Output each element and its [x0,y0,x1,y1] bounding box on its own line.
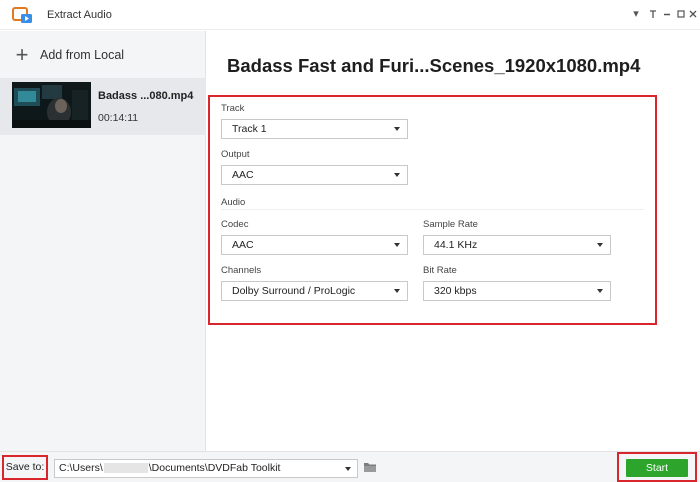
bottom-bar: Save to: C:\Users\ \Documents\DVDFab Tool… [0,451,700,482]
codec-select[interactable]: AAC [221,235,408,255]
file-list-panel: + Add from Local Badass ...080.mp4 00:14… [0,31,206,451]
track-label: Track [221,103,245,114]
video-title: Badass Fast and Furi...Scenes_1920x1080.… [227,55,641,76]
file-name: Badass ...080.mp4 [98,90,194,102]
codec-value: AAC [232,239,254,251]
start-button[interactable]: Start [626,459,688,477]
chevron-down-icon [394,127,400,131]
channels-select[interactable]: Dolby Surround / ProLogic [221,281,408,301]
chevron-down-icon [597,289,603,293]
plus-icon: + [15,42,29,67]
chevron-down-icon [394,243,400,247]
track-select[interactable]: Track 1 [221,119,408,139]
file-duration: 00:14:11 [98,112,139,124]
bit-rate-select[interactable]: 320 kbps [423,281,611,301]
close-icon[interactable] [686,6,700,22]
redacted-username [103,463,148,474]
title-bar: Extract Audio ▾ [0,0,700,30]
folder-icon[interactable] [363,460,377,474]
channels-label: Channels [221,265,262,276]
window-title: Extract Audio [47,9,112,21]
minimize-icon[interactable] [660,6,674,22]
chevron-down-icon [345,467,351,471]
chevron-down-icon [394,173,400,177]
save-to-label: Save to: [2,455,48,480]
section-divider [221,209,644,210]
add-from-local-label: Add from Local [40,48,125,62]
sample-rate-label: Sample Rate [423,219,478,230]
path-suffix: \Documents\DVDFab Toolkit [148,462,281,474]
chevron-down-icon [394,289,400,293]
start-highlight: Start [617,452,697,482]
codec-label: Codec [221,219,249,230]
file-list-item[interactable]: Badass ...080.mp4 00:14:11 [0,78,206,135]
output-path-select[interactable]: C:\Users\ \Documents\DVDFab Toolkit [54,459,358,478]
output-select[interactable]: AAC [221,165,408,185]
chevron-down-icon [597,243,603,247]
bit-rate-value: 320 kbps [434,285,477,297]
add-from-local-button[interactable]: + Add from Local [14,42,125,67]
audio-settings-panel: Track Track 1 Output AAC Audio Codec AAC… [208,95,657,325]
extract-audio-app-icon [12,7,32,23]
bit-rate-label: Bit Rate [423,265,457,276]
dropdown-icon[interactable]: ▾ [629,6,643,22]
output-value: AAC [232,169,254,181]
channels-value: Dolby Surround / ProLogic [232,285,356,297]
sample-rate-select[interactable]: 44.1 KHz [423,235,611,255]
path-prefix: C:\Users\ [59,462,103,474]
track-value: Track 1 [232,123,267,135]
video-thumbnail [12,82,91,128]
pin-icon[interactable] [646,6,660,22]
sample-rate-value: 44.1 KHz [434,239,478,251]
audio-section-label: Audio [221,197,246,208]
output-label: Output [221,149,250,160]
